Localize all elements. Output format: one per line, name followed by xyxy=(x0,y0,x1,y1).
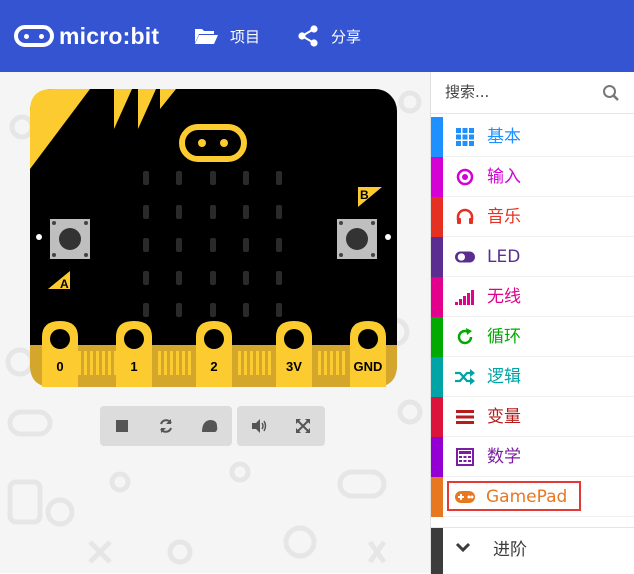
category-label: 逻辑 xyxy=(487,367,521,387)
pin-gnd-label: GND xyxy=(354,359,383,374)
pin-gnd[interactable]: GND xyxy=(350,321,386,387)
block-toolbox: 基本 输入 音乐 LED 无线 循环 xyxy=(430,72,634,574)
fullscreen-icon xyxy=(296,419,310,433)
category-label: 输入 xyxy=(487,167,521,187)
category-label: 音乐 xyxy=(487,207,521,227)
category-color-bar xyxy=(431,237,443,277)
projects-button[interactable]: 项目 xyxy=(194,22,260,50)
category-label: 基本 xyxy=(487,127,521,147)
category-advanced[interactable]: 进阶 xyxy=(431,527,634,574)
category-led[interactable]: LED xyxy=(431,237,634,277)
category-color-bar xyxy=(431,117,443,157)
category-color-bar xyxy=(431,477,443,517)
signal-icon xyxy=(455,287,475,307)
search-icon[interactable] xyxy=(602,84,620,102)
category-basic[interactable]: 基本 xyxy=(431,117,634,157)
calculator-icon xyxy=(455,447,475,467)
pin-0[interactable]: 0 xyxy=(42,321,78,387)
microbit-board[interactable]: A B 0 1 2 3V GND xyxy=(30,89,397,387)
grid-icon xyxy=(455,127,475,147)
button-a-label: A xyxy=(60,277,69,291)
category-color-bar xyxy=(431,528,443,574)
category-label: LED xyxy=(487,247,521,267)
radio-target-icon xyxy=(455,167,475,187)
microbit-logo-icon xyxy=(14,25,54,47)
category-input[interactable]: 输入 xyxy=(431,157,634,197)
advanced-label: 进阶 xyxy=(493,540,527,560)
slow-mo-icon xyxy=(202,420,218,432)
category-math[interactable]: 数学 xyxy=(431,437,634,477)
fullscreen-button[interactable] xyxy=(281,406,325,446)
category-logic[interactable]: 逻辑 xyxy=(431,357,634,397)
pin-2-label: 2 xyxy=(210,359,217,374)
category-color-bar xyxy=(431,357,443,397)
simulator-controls xyxy=(100,406,232,446)
stop-icon xyxy=(116,420,128,432)
toggle-icon xyxy=(455,247,475,267)
category-label: 变量 xyxy=(487,407,521,427)
category-label: 无线 xyxy=(487,287,521,307)
top-menu-bar: micro:bit 项目 分享 xyxy=(0,0,634,72)
refresh-icon xyxy=(455,327,475,347)
pin-3v-label: 3V xyxy=(286,359,302,374)
pin-0-label: 0 xyxy=(56,359,63,374)
mute-icon xyxy=(252,419,267,433)
search-input[interactable] xyxy=(445,80,595,104)
category-color-bar xyxy=(431,437,443,477)
category-variables[interactable]: 变量 xyxy=(431,397,634,437)
category-label: 数学 xyxy=(487,447,521,467)
headphones-icon xyxy=(455,207,475,227)
category-gamepad[interactable]: GamePad xyxy=(431,477,634,517)
simulator-controls-2 xyxy=(237,406,325,446)
category-color-bar xyxy=(431,197,443,237)
share-icon xyxy=(298,25,318,47)
category-color-bar xyxy=(431,157,443,197)
category-label: GamePad xyxy=(486,487,568,507)
pin-1-label: 1 xyxy=(130,359,137,374)
category-music[interactable]: 音乐 xyxy=(431,197,634,237)
folder-open-icon xyxy=(195,29,218,44)
share-label: 分享 xyxy=(331,27,362,46)
restart-button[interactable] xyxy=(144,406,188,446)
projects-label: 项目 xyxy=(230,27,261,46)
category-color-bar xyxy=(431,277,443,317)
pin-2[interactable]: 2 xyxy=(196,321,232,387)
restart-icon xyxy=(160,419,172,433)
slow-mo-button[interactable] xyxy=(188,406,232,446)
toolbox-search xyxy=(431,72,634,114)
microbit-logo[interactable]: micro:bit xyxy=(14,22,159,50)
chevron-down-icon xyxy=(455,542,471,553)
gamepad-icon xyxy=(455,487,475,507)
pin-1[interactable]: 1 xyxy=(116,321,152,387)
category-radio[interactable]: 无线 xyxy=(431,277,634,317)
category-color-bar xyxy=(431,397,443,437)
share-button[interactable]: 分享 xyxy=(297,22,361,50)
category-label: 循环 xyxy=(487,327,521,347)
shuffle-icon xyxy=(455,367,475,387)
lines-icon xyxy=(455,407,475,427)
button-b-label: B xyxy=(360,188,369,202)
stop-button[interactable] xyxy=(100,406,144,446)
pin-3v[interactable]: 3V xyxy=(276,321,312,387)
mute-button[interactable] xyxy=(237,406,281,446)
category-color-bar xyxy=(431,317,443,357)
logo-text: micro:bit xyxy=(59,22,160,49)
category-loops[interactable]: 循环 xyxy=(431,317,634,357)
